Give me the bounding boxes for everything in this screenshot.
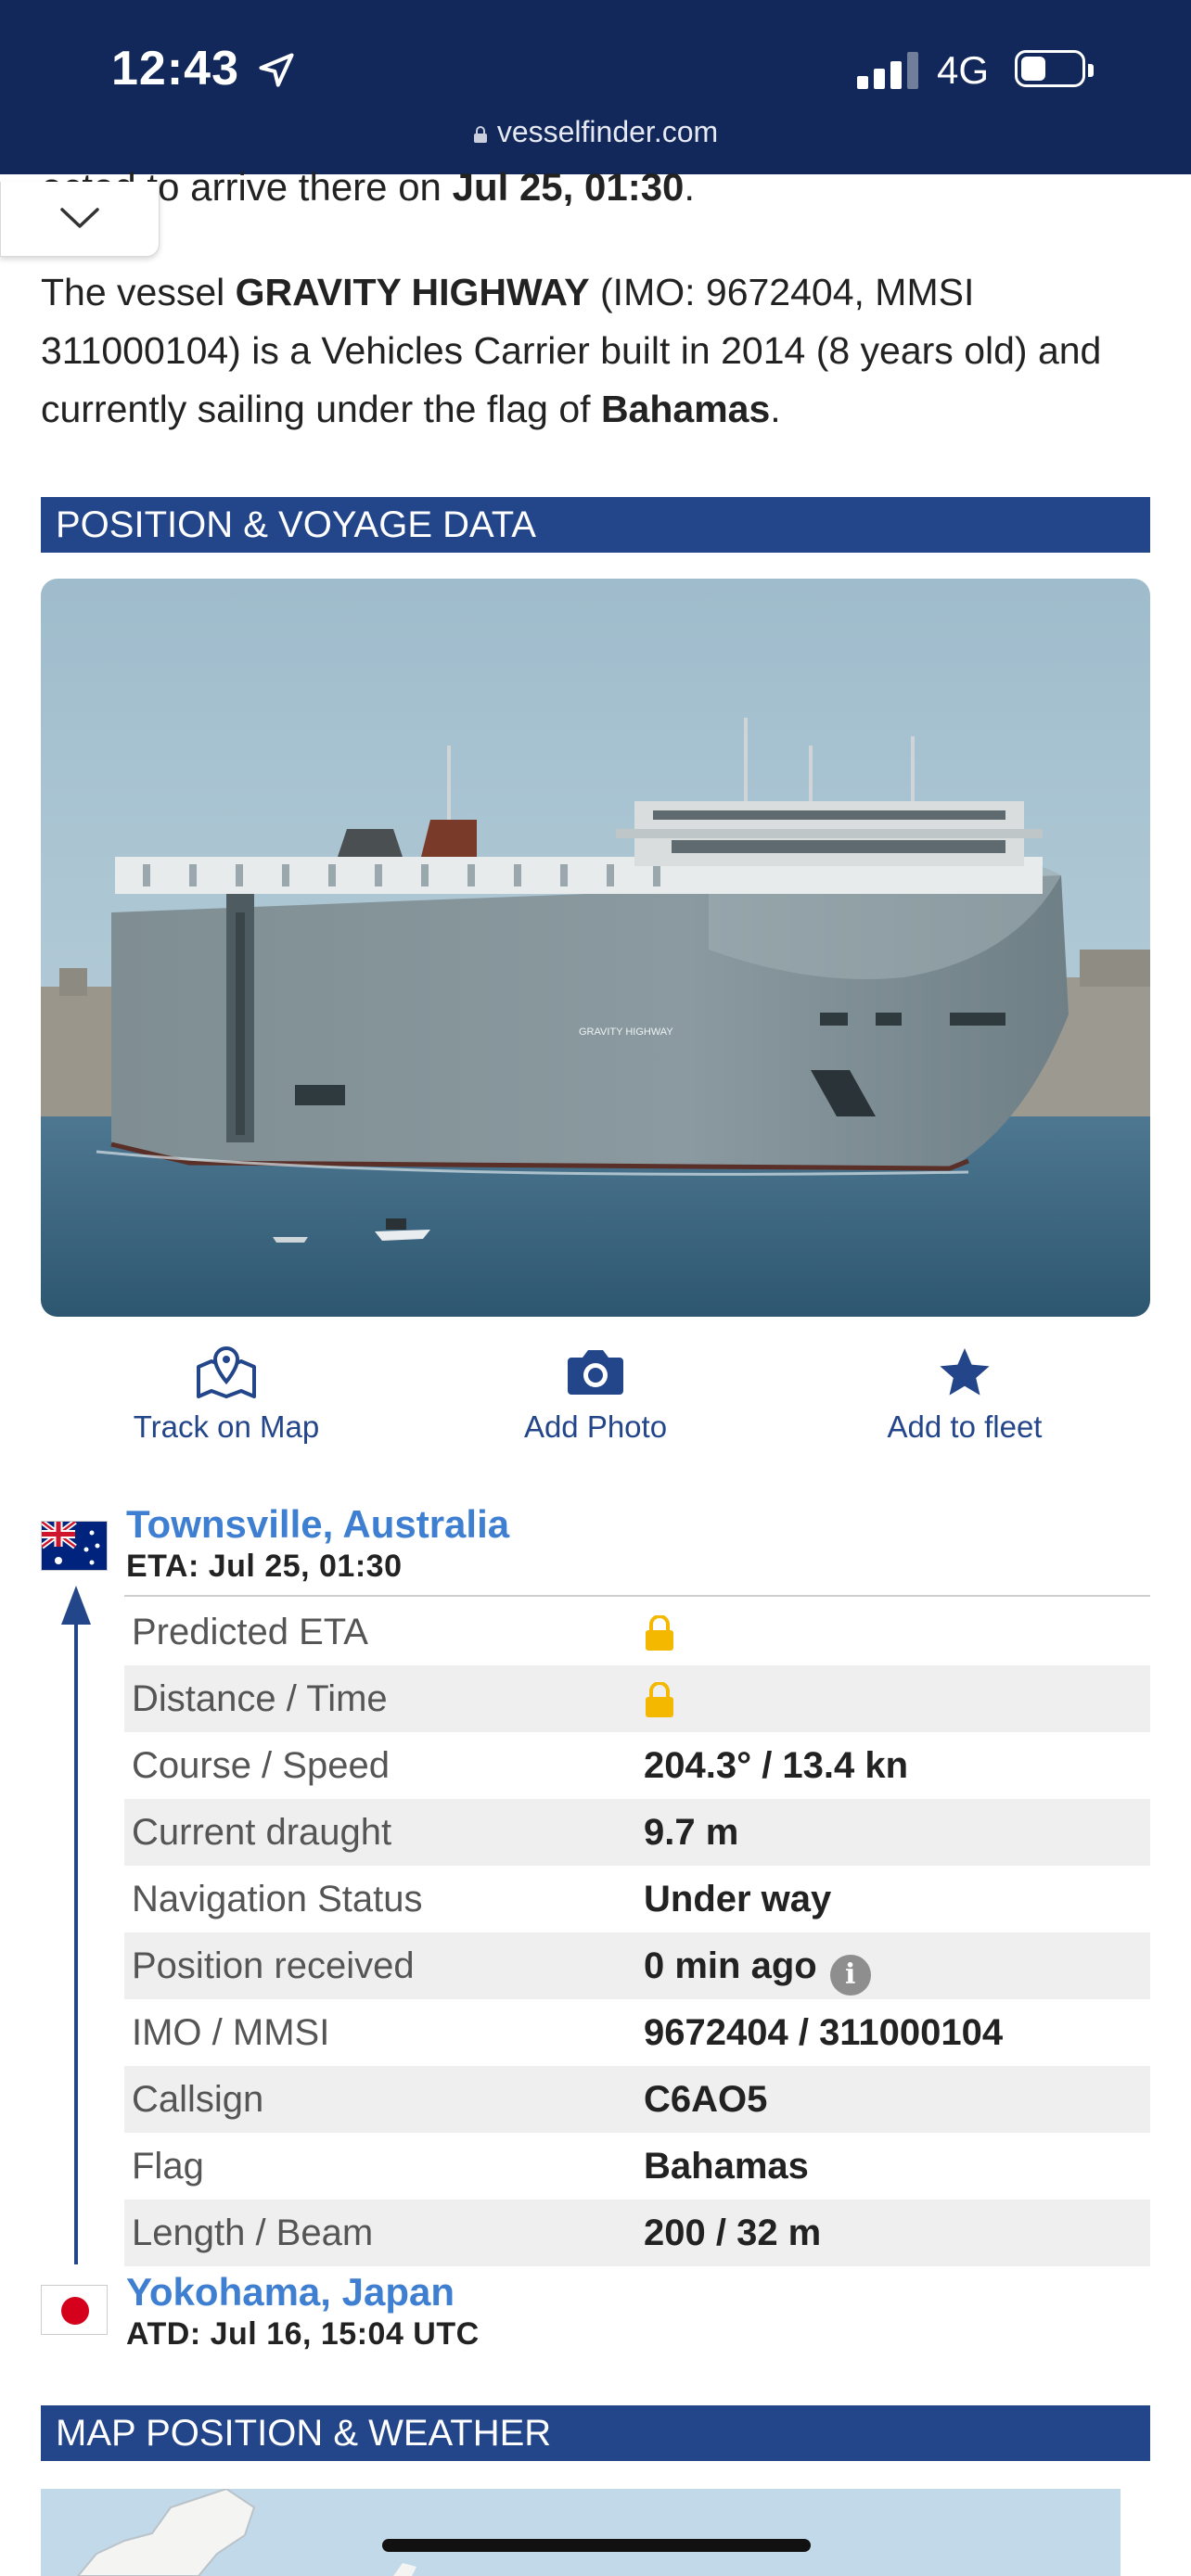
detail-row-length-beam: Length / Beam 200 / 32 m xyxy=(124,2200,1150,2266)
lock-icon[interactable] xyxy=(644,1682,675,1717)
network-type: 4G xyxy=(937,48,990,92)
url-text: vesselfinder.com xyxy=(496,115,719,148)
track-on-map-label: Track on Map xyxy=(133,1409,320,1444)
camera-icon xyxy=(568,1350,623,1395)
flag-name: Bahamas xyxy=(600,388,771,430)
browser-header: 12:43 4G vesselfinder.com xyxy=(0,0,1191,174)
detail-row-course-speed: Course / Speed 204.3° / 13.4 kn xyxy=(132,1745,909,1786)
track-on-map-button[interactable]: Track on Map xyxy=(111,1345,341,1445)
battery-icon xyxy=(1015,50,1094,87)
collapse-toggle[interactable] xyxy=(0,182,160,257)
map-pin-icon xyxy=(197,1345,256,1398)
add-photo-label: Add Photo xyxy=(523,1409,668,1444)
info-icon[interactable]: i xyxy=(829,1955,871,1996)
detail-row-predicted-eta: Predicted ETA xyxy=(124,1599,1150,1665)
voyage-details-table: Predicted ETA Distance / Time Course / S… xyxy=(124,1599,1150,2266)
add-photo-button[interactable]: Add Photo xyxy=(493,1345,698,1445)
section-header-position: POSITION & VOYAGE DATA xyxy=(41,497,1150,553)
address-bar[interactable]: vesselfinder.com xyxy=(0,115,1191,149)
detail-row-distance-time: Distance / Time xyxy=(124,1665,1150,1732)
detail-row-draught: Current draught 9.7 m xyxy=(124,1799,1150,1866)
destination-eta: ETA: Jul 25, 01:30 xyxy=(126,1549,403,1584)
home-indicator xyxy=(382,2539,811,2552)
detail-row-position-received: Position received 0 min ago i xyxy=(124,1932,1150,1999)
section-header-map: MAP POSITION & WEATHER xyxy=(41,2405,1150,2461)
location-arrow-icon xyxy=(259,53,294,87)
chevron-down-icon xyxy=(60,208,99,228)
australia-flag-icon xyxy=(41,1521,108,1571)
signal-icon xyxy=(857,52,920,89)
map-preview[interactable] xyxy=(41,2489,1121,2576)
departure-atd: ATD: Jul 16, 15:04 UTC xyxy=(126,2316,480,2352)
vessel-description: The vessel GRAVITY HIGHWAY (IMO: 9672404… xyxy=(41,271,1102,430)
status-time: 12:43 xyxy=(111,42,239,96)
lock-icon[interactable] xyxy=(644,1615,675,1651)
destination-port-link[interactable]: Townsville, Australia xyxy=(126,1502,509,1547)
detail-row-flag: Flag Bahamas xyxy=(132,2146,809,2187)
vessel-photo[interactable]: GRAVITY HIGHWAY xyxy=(41,579,1150,1317)
divider xyxy=(124,1595,1150,1597)
lock-icon xyxy=(473,126,487,143)
add-to-fleet-button[interactable]: Add to fleet xyxy=(861,1345,1069,1445)
vessel-name: GRAVITY HIGHWAY xyxy=(235,271,590,313)
departure-port-link[interactable]: Yokohama, Japan xyxy=(126,2270,455,2315)
detail-row-callsign: Callsign C6AO5 xyxy=(124,2066,1150,2133)
hull-name-text: GRAVITY HIGHWAY xyxy=(579,1027,673,1038)
detail-row-nav-status: Navigation Status Under way xyxy=(132,1879,832,1919)
route-line xyxy=(74,1619,78,2264)
detail-row-imo-mmsi: IMO / MMSI 9672404 / 311000104 xyxy=(132,2012,1004,2053)
star-icon xyxy=(940,1348,990,1396)
japan-flag-icon xyxy=(41,2285,108,2335)
add-to-fleet-label: Add to fleet xyxy=(887,1409,1043,1444)
